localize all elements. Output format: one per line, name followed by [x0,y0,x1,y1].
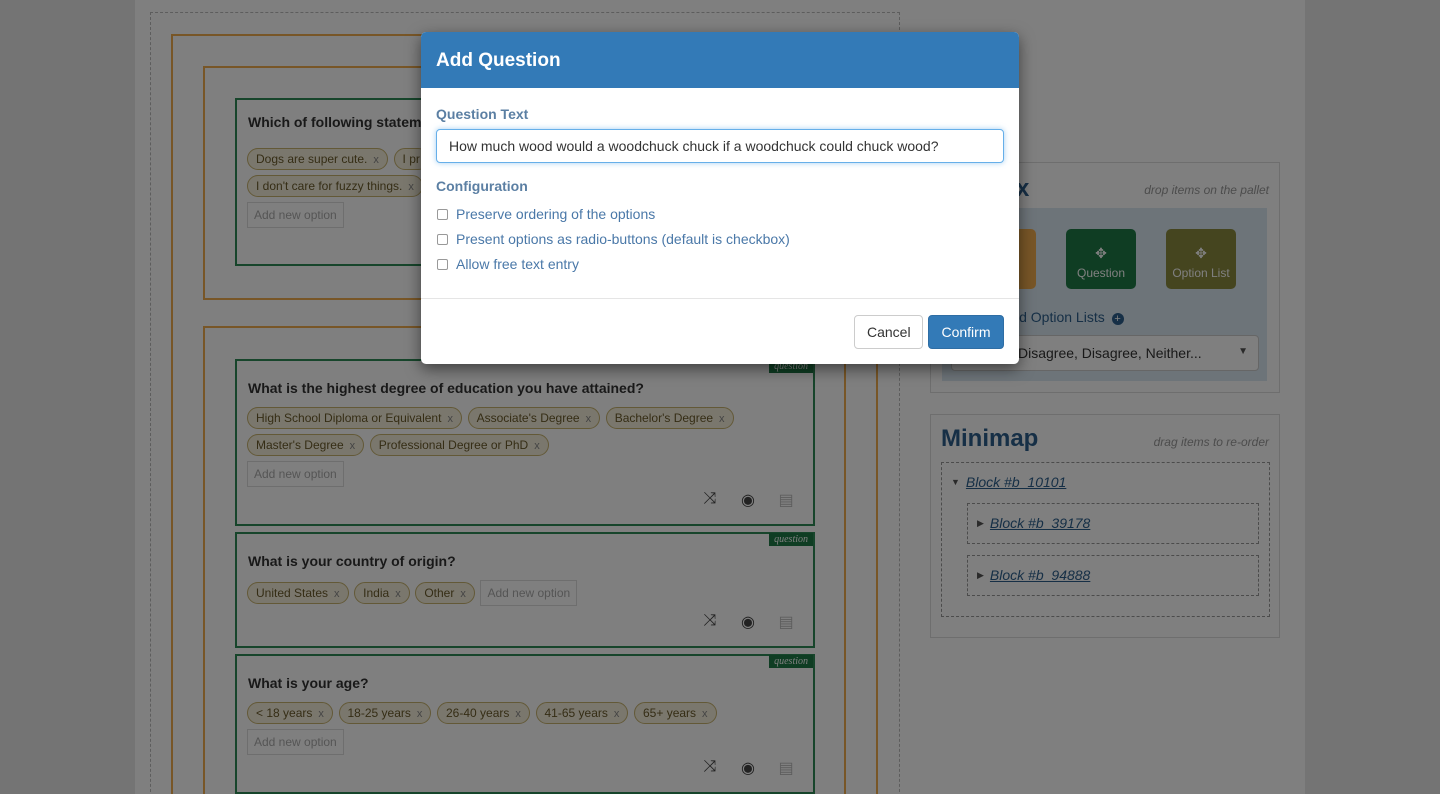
modal-title: Add Question [421,32,1019,88]
configuration-label: Configuration [436,178,528,194]
modal-body: Question Text Configuration Preserve ord… [421,88,1019,299]
modal-footer: Cancel Confirm [421,299,1019,364]
free-text-checkbox-row[interactable]: Allow free text entry [437,256,579,272]
free-text-checkbox[interactable] [437,258,448,270]
cancel-button[interactable]: Cancel [854,315,923,349]
preserve-ordering-checkbox-row[interactable]: Preserve ordering of the options [437,206,655,222]
question-text-input[interactable] [436,129,1004,163]
preserve-ordering-checkbox[interactable] [437,208,448,220]
radio-buttons-checkbox[interactable] [437,233,448,245]
add-question-modal: Add Question Question Text Configuration… [421,32,1019,364]
confirm-button[interactable]: Confirm [928,315,1004,349]
radio-buttons-checkbox-row[interactable]: Present options as radio-buttons (defaul… [437,231,790,247]
question-text-label: Question Text [436,106,529,122]
